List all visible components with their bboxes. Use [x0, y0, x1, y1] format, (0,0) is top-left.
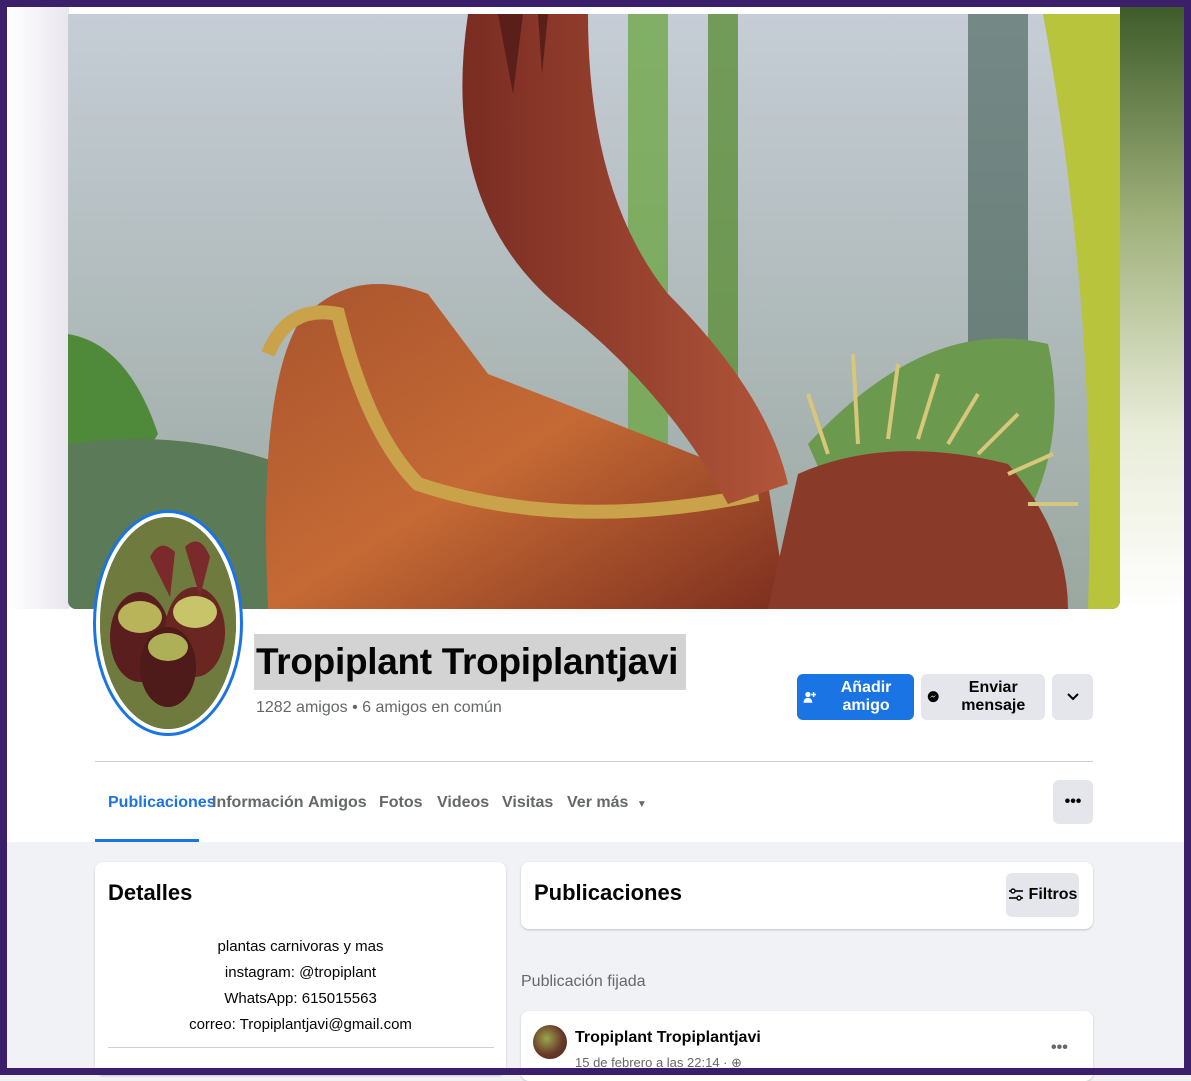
details-card: Detalles plantas carnivoras y mas instag… — [95, 862, 506, 1075]
send-message-button[interactable]: Enviar mensaje — [921, 674, 1045, 720]
post-timestamp-text: 15 de febrero a las 22:14 · — [575, 1055, 732, 1070]
bio-line: instagram: @tropiplant — [224, 964, 377, 981]
add-friend-label: Añadir amigo — [840, 679, 892, 714]
profile-more-button[interactable] — [1052, 674, 1093, 720]
filters-button[interactable]: Filtros — [1006, 873, 1079, 917]
details-title: Detalles — [108, 880, 193, 905]
profile-name: Tropiplant Tropiplantjavi — [254, 634, 687, 690]
tab-amigos[interactable]: Amigos — [308, 780, 367, 840]
tab-visitas[interactable]: Visitas — [502, 780, 553, 840]
chevron-down-icon — [1066, 693, 1079, 701]
tab-fotos[interactable]: Fotos — [379, 780, 423, 840]
filters-label: Filtros — [1028, 886, 1078, 903]
right-side-fade — [1120, 7, 1184, 609]
pinned-post-label: Publicación fijada — [521, 973, 646, 990]
profile-avatar[interactable] — [96, 513, 240, 733]
tab-ver-mas[interactable]: Ver más ▼ — [567, 780, 647, 840]
tab-videos[interactable]: Videos — [437, 780, 489, 840]
add-friend-icon — [803, 691, 817, 703]
posts-title: Publicaciones — [534, 880, 682, 905]
left-side-fade — [7, 7, 69, 609]
caret-down-icon: ▼ — [636, 799, 647, 810]
add-friend-button[interactable]: Añadir amigo — [797, 674, 914, 720]
bio-line: WhatsApp: 615015563 — [224, 990, 377, 1007]
bio-line: correo: Tropiplantjavi@gmail.com — [189, 1016, 412, 1033]
tab-ver-mas-label: Ver más — [567, 794, 629, 811]
tab-publicaciones[interactable]: Publicaciones — [108, 780, 216, 840]
filter-icon — [1008, 888, 1023, 901]
messenger-icon — [927, 691, 939, 703]
details-divider — [108, 1047, 494, 1048]
post-timestamp[interactable]: 15 de febrero a las 22:14 · ⊕ — [575, 1055, 742, 1071]
bio: plantas carnivoras y mas instagram: @tro… — [95, 934, 506, 1038]
more-dots-icon: ••• — [1051, 1039, 1068, 1056]
friends-summary[interactable]: 1282 amigos • 6 amigos en común — [256, 699, 502, 717]
tabs-more-button[interactable]: ••• — [1053, 780, 1093, 824]
more-dots-icon: ••• — [1064, 793, 1082, 810]
avatar-photo — [96, 513, 240, 733]
active-tab-indicator — [95, 839, 199, 842]
post-author-name[interactable]: Tropiplant Tropiplantjavi — [575, 1029, 761, 1047]
globe-icon: ⊕ — [731, 1055, 743, 1070]
pinned-post-card: Tropiplant Tropiplantjavi 15 de febrero … — [521, 1011, 1093, 1081]
avatar-illustration — [100, 517, 236, 729]
bio-line: plantas carnivoras y mas — [217, 938, 384, 955]
posts-header-card: Publicaciones Filtros — [521, 862, 1093, 929]
post-author-avatar[interactable] — [533, 1025, 567, 1059]
header-divider — [95, 761, 1093, 762]
post-more-button[interactable]: ••• — [1051, 1039, 1068, 1057]
send-message-label: Enviar mensaje — [961, 679, 1026, 714]
tab-informacion[interactable]: Información — [212, 780, 304, 840]
